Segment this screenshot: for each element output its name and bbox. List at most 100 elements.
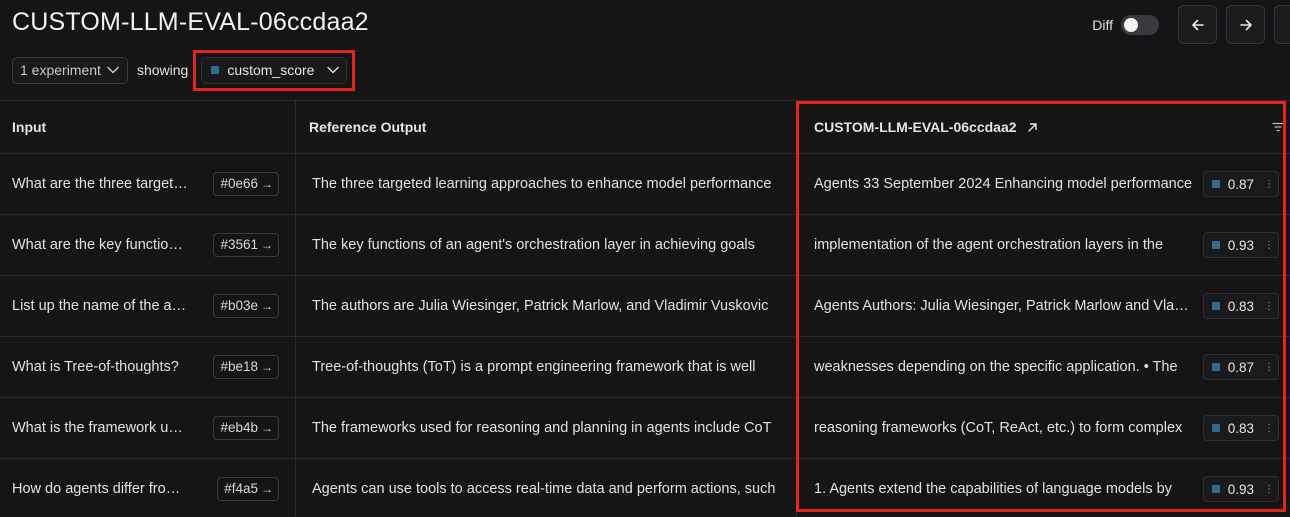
view-controls: 1 experiment showing custom_score — [12, 49, 356, 91]
experiment-select-label: 1 experiment — [20, 62, 101, 78]
more-vertical-icon[interactable]: ⋮ — [1264, 484, 1274, 495]
experiment-output-cell[interactable]: 1. Agents extend the capabilities of lan… — [797, 459, 1290, 517]
next-button[interactable] — [1226, 5, 1265, 44]
example-id-link[interactable]: #3561 → — [213, 233, 279, 257]
more-vertical-icon[interactable]: ⋮ — [1264, 301, 1274, 312]
input-cell: What are the three targeted learning app… — [0, 154, 296, 214]
arrow-left-icon — [1191, 19, 1204, 30]
score-chip[interactable]: 0.83 ⋮ — [1202, 415, 1279, 441]
input-header-label: Input — [12, 119, 47, 135]
showing-label: showing — [136, 62, 189, 78]
score-chip[interactable]: 0.87 ⋮ — [1202, 171, 1279, 197]
input-cell: What is Tree-of-thoughts? #be18 → — [0, 337, 296, 397]
output-text: 1. Agents extend the capabilities of lan… — [814, 481, 1172, 497]
metric-select-label: custom_score — [227, 62, 315, 78]
more-vertical-icon[interactable]: ⋮ — [1264, 362, 1274, 373]
example-id-link[interactable]: #eb4b → — [213, 416, 279, 440]
output-text: Agents 33 September 2024 Enhancing model… — [814, 176, 1193, 192]
output-text: implementation of the agent orchestratio… — [814, 237, 1164, 253]
score-chip[interactable]: 0.87 ⋮ — [1202, 354, 1279, 380]
chevron-down-icon — [327, 66, 340, 74]
example-id: #be18 — [220, 359, 258, 374]
experiment-select[interactable]: 1 experiment — [12, 56, 128, 84]
more-vertical-icon[interactable]: ⋮ — [1264, 423, 1274, 434]
score-value: 0.83 — [1227, 420, 1254, 436]
diff-toggle[interactable] — [1121, 14, 1159, 35]
score-chip[interactable]: 0.93 ⋮ — [1202, 476, 1279, 502]
experiment-output-cell[interactable]: weaknesses depending on the specific app… — [797, 337, 1290, 397]
page-title: CUSTOM-LLM-EVAL-06ccdaa2 — [12, 8, 369, 36]
table-row[interactable]: What are the key functions of an agent's… — [0, 215, 1290, 276]
example-id: #eb4b — [220, 420, 258, 435]
arrow-right-icon: → — [261, 237, 273, 252]
output-text: reasoning frameworks (CoT, ReAct, etc.) … — [814, 420, 1183, 436]
score-value: 0.93 — [1227, 237, 1254, 253]
experiment-output-cell[interactable]: implementation of the agent orchestratio… — [797, 215, 1290, 275]
example-id-link[interactable]: #f4a5 → — [217, 477, 279, 501]
reference-text: The frameworks used for reasoning and pl… — [312, 420, 772, 436]
example-id: #3561 — [220, 237, 258, 252]
input-text: List up the name of the authors — [12, 298, 188, 314]
experiment-header-link[interactable]: CUSTOM-LLM-EVAL-06ccdaa2 — [814, 119, 1038, 135]
reference-cell: Tree-of-thoughts (ToT) is a prompt engin… — [296, 337, 797, 397]
example-id: #0e66 — [220, 176, 258, 191]
output-text: Agents Authors: Julia Wiesinger, Patrick… — [814, 298, 1194, 314]
results-table: Input Reference Output CUSTOM-LLM-EVAL-0… — [0, 100, 1290, 517]
metric-color-swatch — [211, 66, 220, 74]
arrow-right-icon: → — [261, 359, 273, 374]
reference-text: The authors are Julia Wiesinger, Patrick… — [312, 298, 769, 314]
score-chip[interactable]: 0.93 ⋮ — [1202, 232, 1279, 258]
table-body: What are the three targeted learning app… — [0, 154, 1290, 517]
metric-highlight: custom_score — [193, 49, 356, 91]
reference-cell: The key functions of an agent's orchestr… — [296, 215, 797, 275]
experiment-output-cell[interactable]: reasoning frameworks (CoT, ReAct, etc.) … — [797, 398, 1290, 458]
example-id-link[interactable]: #0e66 → — [213, 172, 279, 196]
table-row[interactable]: How do agents differ from standalone mod… — [0, 459, 1290, 517]
score-chip[interactable]: 0.83 ⋮ — [1202, 293, 1279, 319]
score-value: 0.83 — [1227, 298, 1254, 314]
table-row[interactable]: What is the framework used for reasoning… — [0, 398, 1290, 459]
table-row[interactable]: What are the three targeted learning app… — [0, 154, 1290, 215]
reference-text: Tree-of-thoughts (ToT) is a prompt engin… — [312, 359, 756, 375]
metric-color-swatch — [1211, 180, 1220, 188]
reference-text: The key functions of an agent's orchestr… — [312, 237, 755, 253]
chevron-down-icon — [107, 66, 119, 74]
example-id-link[interactable]: #b03e → — [213, 294, 279, 318]
input-text: How do agents differ from standalone mod… — [12, 481, 188, 497]
input-cell: List up the name of the authors #b03e→ — [0, 276, 296, 336]
input-text: What are the three targeted learning app… — [12, 176, 188, 192]
reference-cell: The frameworks used for reasoning and pl… — [296, 398, 797, 458]
filter-icon[interactable] — [1272, 122, 1284, 132]
score-value: 0.87 — [1227, 359, 1254, 375]
metric-select[interactable]: custom_score — [201, 56, 348, 84]
metric-color-swatch — [1211, 485, 1220, 493]
example-id-link[interactable]: #be18 → — [213, 355, 279, 379]
metric-color-swatch — [1211, 302, 1220, 310]
previous-button[interactable] — [1178, 5, 1217, 44]
input-text: What is Tree-of-thoughts? — [12, 359, 179, 375]
reference-header-label: Reference Output — [309, 119, 427, 135]
more-vertical-icon[interactable]: ⋮ — [1264, 179, 1274, 190]
input-text: What are the key functions of an agent's… — [12, 237, 188, 253]
input-column-header: Input — [0, 101, 296, 153]
reference-text: The three targeted learning approaches t… — [312, 176, 772, 192]
metric-color-swatch — [1211, 363, 1220, 371]
external-link-icon — [1027, 122, 1037, 132]
table-header: Input Reference Output CUSTOM-LLM-EVAL-0… — [0, 100, 1290, 154]
metric-color-swatch — [1211, 424, 1220, 432]
example-id: #f4a5 — [224, 481, 258, 496]
experiment-output-cell[interactable]: Agents 33 September 2024 Enhancing model… — [797, 154, 1290, 214]
arrow-right-icon — [1239, 19, 1252, 30]
more-vertical-icon[interactable]: ⋮ — [1264, 240, 1274, 251]
experiment-output-cell[interactable]: Agents Authors: Julia Wiesinger, Patrick… — [797, 276, 1290, 336]
table-row[interactable]: What is Tree-of-thoughts? #be18 → Tree-of… — [0, 337, 1290, 398]
experiment-column-header: CUSTOM-LLM-EVAL-06ccdaa2 — [797, 101, 1290, 153]
score-value: 0.87 — [1227, 176, 1254, 192]
table-row[interactable]: List up the name of the authors #b03e→ T… — [0, 276, 1290, 337]
reference-cell: Agents can use tools to access real-time… — [296, 459, 797, 517]
score-value: 0.93 — [1227, 481, 1254, 497]
more-button[interactable] — [1274, 5, 1290, 44]
diff-label: Diff — [1092, 16, 1113, 33]
metric-color-swatch — [1211, 241, 1220, 249]
input-cell: What is the framework used for reasoning… — [0, 398, 296, 458]
